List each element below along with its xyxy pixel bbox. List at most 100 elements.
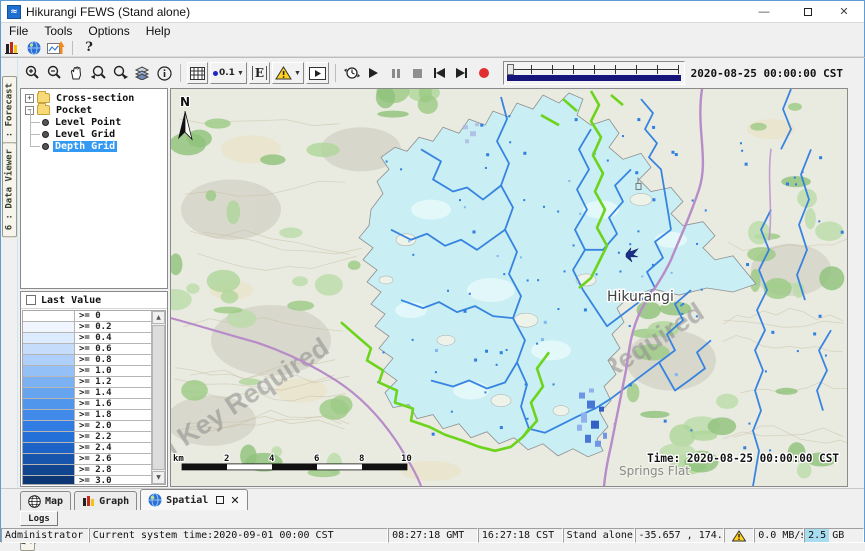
time-slider-tick — [657, 65, 658, 74]
dot-icon — [213, 71, 218, 76]
legend-row[interactable]: >= 1.4 — [23, 388, 151, 399]
legend-label: >= 1.4 — [75, 388, 151, 398]
tab-graph[interactable]: Graph — [74, 491, 137, 510]
scale-tick: 8 — [359, 454, 364, 464]
zoom-out-button[interactable] — [44, 62, 64, 84]
legend-row[interactable]: >= 0.2 — [23, 322, 151, 333]
current-datetime: 2020-08-25 00:00:00 CST — [691, 67, 845, 80]
legend-row[interactable]: >= 0.4 — [23, 333, 151, 344]
legend-label: >= 2.2 — [75, 432, 151, 442]
legend-scrollbar[interactable]: ▲ ▼ — [151, 311, 165, 484]
help-button[interactable]: ? — [78, 40, 100, 56]
map-view[interactable]: API Key Required API Key Required — [170, 88, 848, 487]
legend-row[interactable]: >= 2.6 — [23, 454, 151, 465]
status-user: Administrator — [1, 528, 89, 543]
last-value-checkbox[interactable] — [26, 295, 36, 305]
legend-swatch — [23, 399, 75, 409]
legend-swatch — [23, 377, 75, 387]
legend-row[interactable]: >= 0.6 — [23, 344, 151, 355]
tree-item-level-grid[interactable]: Level Grid — [21, 128, 167, 140]
legend-label: >= 0.6 — [75, 344, 151, 354]
legend-swatch — [23, 344, 75, 354]
legend-row[interactable]: >= 1.0 — [23, 366, 151, 377]
globe-icon — [148, 493, 162, 507]
menu-tools[interactable]: Tools — [36, 24, 80, 38]
menu-file[interactable]: File — [1, 24, 36, 38]
pause-button[interactable] — [386, 62, 406, 84]
legend-toggle-button[interactable]: E — [249, 62, 270, 84]
status-warning-cell[interactable] — [724, 528, 754, 543]
pan-button[interactable] — [66, 62, 86, 84]
tree-item-level-point[interactable]: Level Point — [21, 116, 167, 128]
scrollbar-thumb[interactable] — [152, 325, 165, 470]
time-settings-button[interactable] — [342, 62, 362, 84]
explorer-button[interactable] — [1, 40, 23, 56]
menu-help[interactable]: Help — [138, 24, 179, 38]
map-canvas[interactable]: API Key Required API Key Required — [171, 89, 847, 486]
legend-swatch — [23, 311, 75, 321]
maximize-button[interactable] — [784, 1, 824, 22]
chevron-down-icon: ▼ — [294, 70, 301, 77]
tree-item-pocket[interactable]: − Pocket — [21, 104, 167, 116]
legend-label: >= 2.8 — [75, 465, 151, 475]
zoom-in-button[interactable] — [22, 62, 42, 84]
minimize-button[interactable]: — — [744, 1, 784, 22]
boxed-play-icon — [309, 67, 326, 80]
warnings-dropdown[interactable]: ▼ — [272, 62, 304, 84]
skip-end-button[interactable] — [452, 62, 472, 84]
menu-options[interactable]: Options — [80, 24, 137, 38]
tab-data-viewer[interactable]: 6 : Data Viewer — [2, 142, 17, 237]
tab-maximize-icon[interactable] — [216, 496, 224, 504]
logs-button[interactable]: Logs — [20, 511, 58, 526]
close-button[interactable]: ✕ — [824, 1, 864, 22]
status-bar: Administrator Current system time:2020-0… — [1, 528, 864, 543]
status-throughput: 0.0 MB/s — [754, 528, 804, 543]
window-title: Hikurangi FEWS (Stand alone) — [26, 5, 190, 19]
zoom-previous-button[interactable] — [88, 62, 108, 84]
expand-icon[interactable]: + — [25, 94, 34, 103]
info-button[interactable] — [154, 62, 174, 84]
legend-row[interactable]: >= 2.4 — [23, 443, 151, 454]
skip-start-button[interactable] — [430, 62, 450, 84]
north-label: N — [180, 95, 190, 109]
class-break-dropdown[interactable]: 0.1 ▼ — [210, 62, 247, 84]
left-panel: + Cross-section − Pocket Level Point — [18, 88, 168, 488]
time-slider[interactable] — [503, 61, 685, 85]
legend-row[interactable]: >= 2.0 — [23, 421, 151, 432]
map-display-button[interactable] — [23, 40, 45, 56]
legend-swatch — [23, 333, 75, 343]
legend-swatch — [23, 410, 75, 420]
time-slider-tick — [552, 65, 553, 74]
tab-map[interactable]: Map — [20, 491, 71, 510]
time-slider-tick — [615, 65, 616, 74]
legend-swatch — [23, 443, 75, 453]
legend-row[interactable]: >= 0.8 — [23, 355, 151, 366]
warning-icon — [732, 530, 746, 542]
zoom-next-button[interactable] — [110, 62, 130, 84]
grid-toggle-button[interactable] — [187, 62, 208, 84]
legend-swatch — [23, 388, 75, 398]
record-button[interactable] — [474, 62, 494, 84]
layers-icon — [134, 66, 150, 80]
legend-row[interactable]: >= 3.0 — [23, 476, 151, 485]
node-bullet-icon — [42, 143, 49, 150]
legend-row[interactable]: >= 0 — [23, 311, 151, 322]
legend-row[interactable]: >= 1.8 — [23, 410, 151, 421]
tab-close-icon[interactable]: ✕ — [230, 494, 239, 507]
timeseries-button[interactable] — [45, 40, 67, 56]
legend-row[interactable]: >= 1.2 — [23, 377, 151, 388]
layers-button[interactable] — [132, 62, 152, 84]
scroll-down-icon[interactable]: ▼ — [152, 471, 165, 484]
scroll-up-icon[interactable]: ▲ — [152, 311, 165, 324]
legend-row[interactable]: >= 2.8 — [23, 465, 151, 476]
tab-spatial[interactable]: Spatial ✕ — [140, 489, 247, 510]
play-button[interactable] — [364, 62, 384, 84]
stop-button[interactable] — [408, 62, 428, 84]
tree-item-depth-grid[interactable]: Depth Grid — [21, 140, 167, 152]
node-bullet-icon — [42, 131, 49, 138]
time-slider-handle[interactable] — [507, 64, 514, 75]
animation-button[interactable] — [306, 62, 329, 84]
record-icon — [479, 68, 489, 78]
legend-row[interactable]: >= 2.2 — [23, 432, 151, 443]
legend-row[interactable]: >= 1.6 — [23, 399, 151, 410]
